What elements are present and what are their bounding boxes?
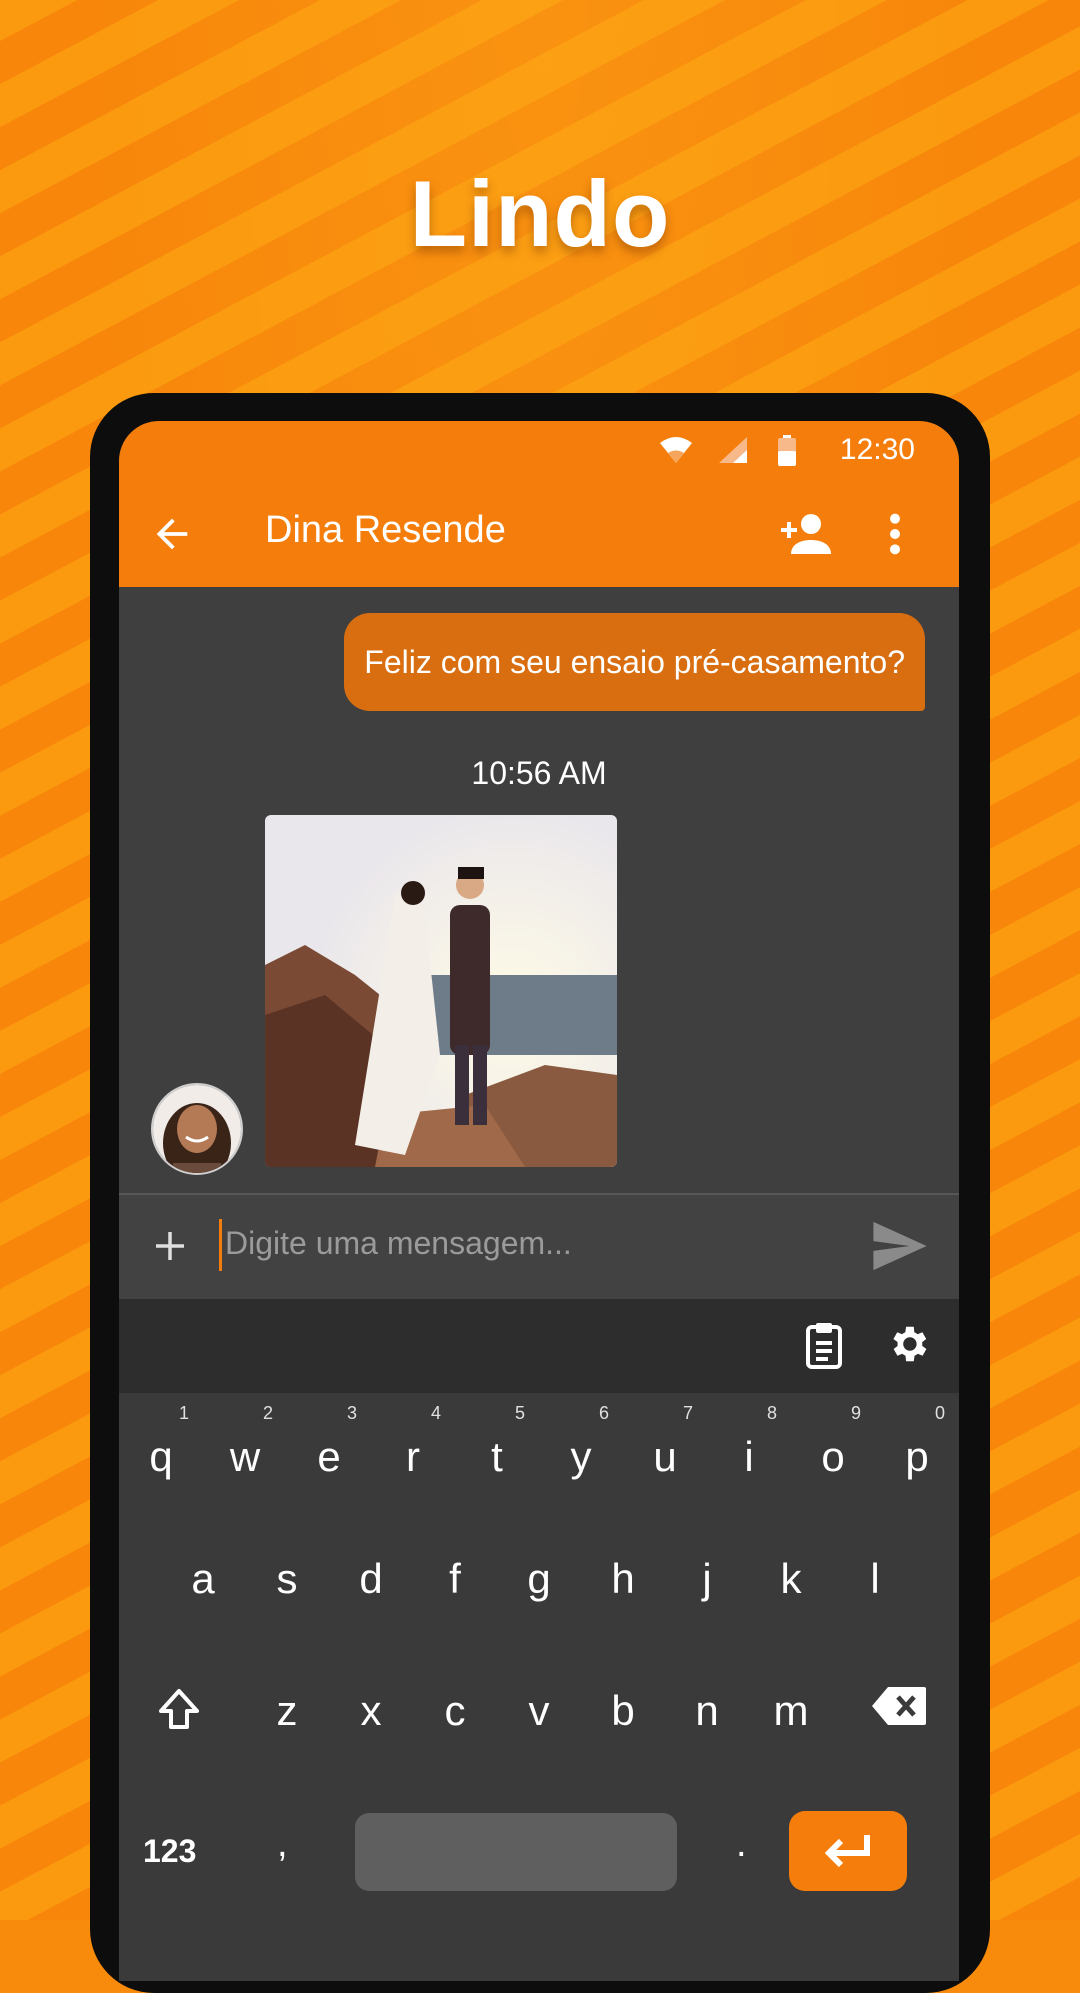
message-input[interactable]: Digite uma mensagem... [225,1225,572,1262]
cell-signal-icon [717,435,749,470]
key-l[interactable]: l [833,1523,917,1643]
space-bar[interactable] [355,1813,677,1891]
key-s[interactable]: s [245,1523,329,1643]
key-z[interactable]: z [245,1655,329,1775]
status-time: 12:30 [839,433,915,466]
key-y[interactable]: 6y [539,1393,623,1513]
wifi-icon [659,435,693,470]
key-h[interactable]: h [581,1523,665,1643]
key-m[interactable]: m [749,1655,833,1775]
key-b[interactable]: b [581,1655,665,1775]
message-timestamp: 10:56 AM [471,755,607,791]
backspace-icon [857,1687,941,1735]
key-q[interactable]: 1q [119,1393,203,1513]
phone-frame: 12:30 Dina Resende Feliz com seu ensaio … [90,393,990,1993]
add-attachment-icon[interactable] [149,1225,191,1272]
key-o[interactable]: 9o [791,1393,875,1513]
key-j[interactable]: j [665,1523,749,1643]
keyboard: 1q 2w 3e 4r 5t 6y 7u 8i 9o 0p a s d f g … [119,1393,959,1981]
comma-key[interactable]: , [277,1823,288,1866]
numbers-key[interactable]: 123 [143,1833,196,1870]
key-w[interactable]: 2w [203,1393,287,1513]
enter-key[interactable] [789,1811,907,1891]
arrow-back-icon[interactable] [149,511,195,562]
backspace-key[interactable] [857,1655,941,1775]
key-r[interactable]: 4r [371,1393,455,1513]
shift-key[interactable] [137,1655,221,1775]
person-add-icon[interactable] [779,511,831,562]
received-photo[interactable] [265,815,617,1167]
key-v[interactable]: v [497,1655,581,1775]
contact-name: Dina Resende [265,509,506,551]
key-a[interactable]: a [161,1523,245,1643]
period-key[interactable]: . [736,1823,747,1866]
more-vert-icon[interactable] [889,511,901,562]
shift-icon [137,1687,221,1741]
key-i[interactable]: 8i [707,1393,791,1513]
battery-icon [777,435,797,472]
key-g[interactable]: g [497,1523,581,1643]
key-n[interactable]: n [665,1655,749,1775]
sent-message-bubble[interactable]: Feliz com seu ensaio pré-casamento? [344,613,925,711]
send-icon[interactable] [871,1221,929,1276]
chat-area: Feliz com seu ensaio pré-casamento? 10:5… [119,587,959,1207]
clipboard-icon[interactable] [804,1321,844,1374]
keyboard-toolbar [119,1299,959,1393]
key-k[interactable]: k [749,1523,833,1643]
key-x[interactable]: x [329,1655,413,1775]
key-f[interactable]: f [413,1523,497,1643]
key-d[interactable]: d [329,1523,413,1643]
key-p[interactable]: 0p [875,1393,959,1513]
promo-headline: Lindo [409,161,671,266]
status-bar: 12:30 [119,421,959,481]
app-bar: Dina Resende [119,481,959,587]
key-e[interactable]: 3e [287,1393,371,1513]
key-t[interactable]: 5t [455,1393,539,1513]
enter-icon [823,1831,873,1876]
text-cursor [219,1219,222,1271]
settings-gear-icon[interactable] [885,1321,931,1372]
key-c[interactable]: c [413,1655,497,1775]
key-u[interactable]: 7u [623,1393,707,1513]
contact-avatar[interactable] [151,1083,243,1175]
message-composer: Digite uma mensagem... [119,1193,959,1299]
phone-screen: 12:30 Dina Resende Feliz com seu ensaio … [119,421,959,1981]
